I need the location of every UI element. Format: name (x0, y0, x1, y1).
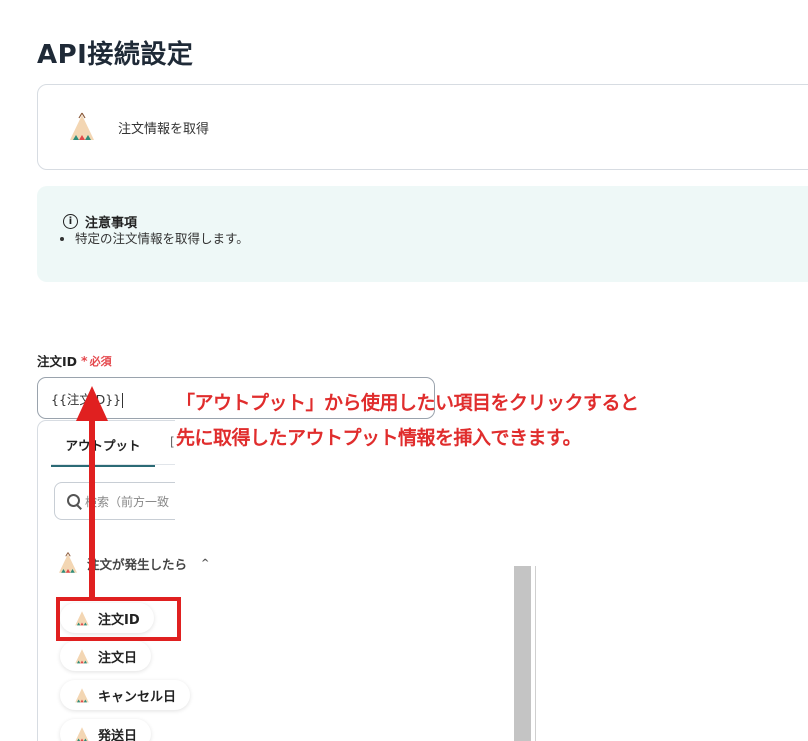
order-id-label-text: 注文ID (37, 354, 78, 369)
notice-list: 特定の注文情報を取得します。 (58, 228, 249, 247)
required-text: 必須 (89, 354, 112, 368)
output-item-label: 注文日 (98, 650, 138, 666)
order-id-input-value: {{注文ID}} (51, 392, 122, 407)
annotation-line-2: 先に取得したアウトプット情報を挿入できます。 (176, 427, 582, 449)
text-caret (122, 393, 124, 408)
required-asterisk: * (81, 353, 88, 368)
page-title: API接続設定 (37, 40, 194, 70)
tipi-tent-icon (70, 112, 94, 140)
annotation-line-1: 「アウトプット」から使用したい項目をクリックすると (176, 392, 639, 414)
notice-box: i 注意事項 特定の注文情報を取得します。 (37, 186, 808, 282)
tipi-tent-icon (59, 552, 77, 573)
tab-next[interactable]: [ (170, 435, 175, 449)
output-group-label: 注文が発生したら (87, 556, 188, 572)
order-id-label: 注文ID * 必須 (37, 351, 112, 370)
tab-output[interactable]: アウトプット (51, 435, 155, 467)
output-item-label: キャンセル日 (98, 689, 177, 705)
output-group-header[interactable]: 注文が発生したら ^ (57, 551, 209, 575)
output-item-ship-date[interactable]: 発送日 (60, 719, 152, 741)
app-action-card: 注文情報を取得 (37, 84, 808, 170)
tipi-tent-icon (75, 649, 89, 664)
action-label: 注文情報を取得 (118, 122, 210, 137)
output-item-label: 発送日 (98, 728, 138, 741)
output-item-cancel-date[interactable]: キャンセル日 (60, 680, 191, 710)
search-icon (67, 494, 81, 508)
output-search-input[interactable]: 検索（前方一致 (54, 482, 175, 520)
search-placeholder: 検索（前方一致 (85, 494, 170, 509)
api-connection-settings-page: API接続設定 注文情報を取得 i 注意事項 特定の注文情報を取得します。 注文… (0, 0, 808, 741)
chevron-up-icon: ^ (201, 557, 210, 569)
scrollbar[interactable] (514, 566, 531, 741)
tipi-tent-icon (75, 688, 89, 703)
notice-item: 特定の注文情報を取得します。 (75, 228, 249, 247)
annotation-callout: 「アウトプット」から使用したい項目をクリックすると 先に取得したアウトプット情報… (176, 386, 639, 456)
panel-divider (535, 566, 536, 741)
annotation-highlight-box (56, 597, 181, 641)
tipi-tent-icon (75, 727, 89, 741)
tabs-divider (51, 464, 175, 465)
output-item-order-date[interactable]: 注文日 (60, 641, 152, 671)
info-circle-icon: i (63, 214, 78, 229)
